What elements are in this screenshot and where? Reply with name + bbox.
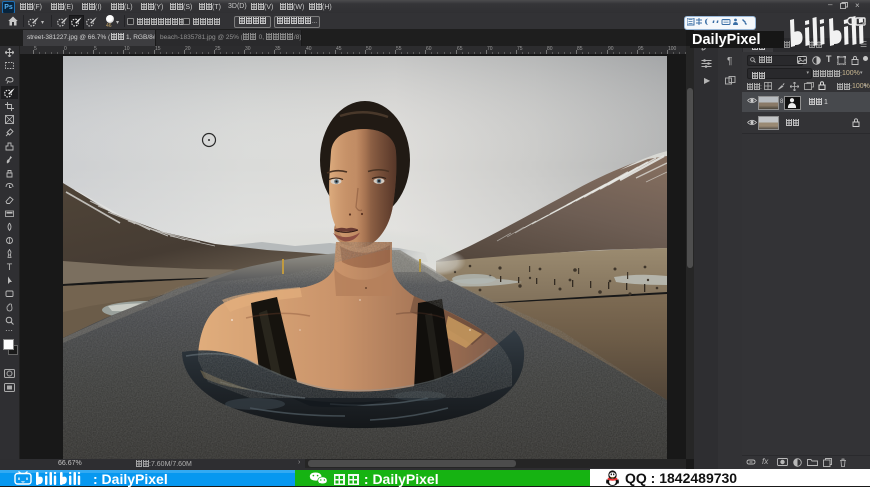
svg-text:T: T <box>7 262 13 271</box>
